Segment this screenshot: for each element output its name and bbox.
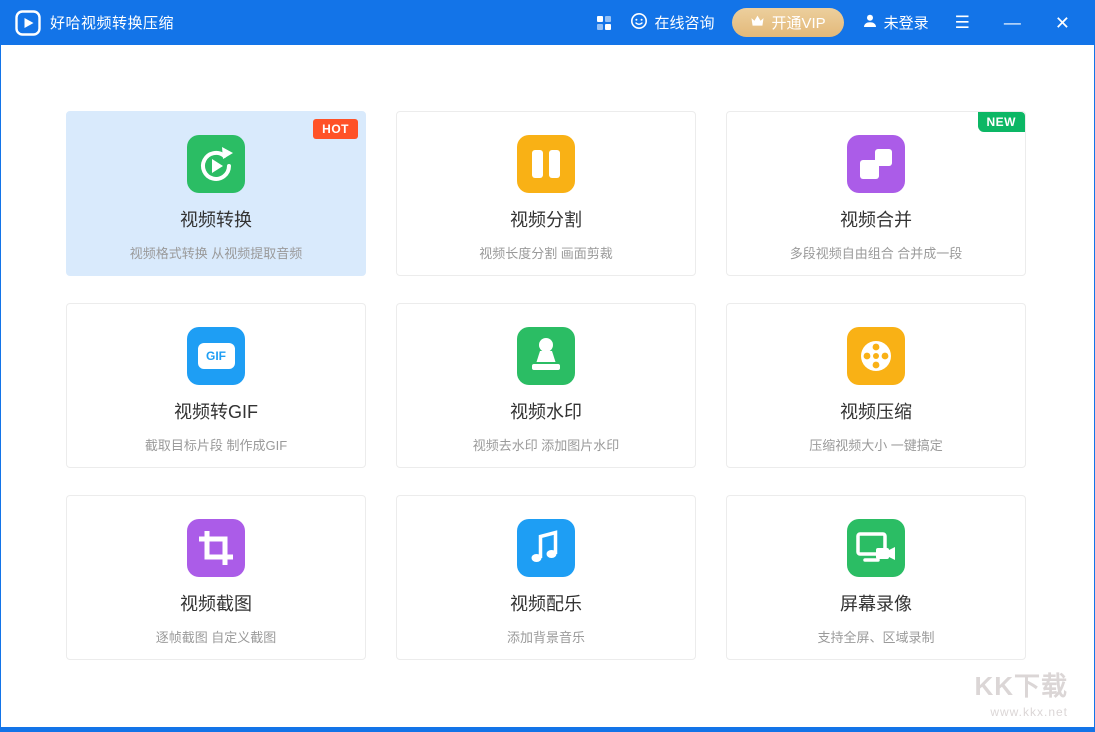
card-title: 视频转GIF [174,398,258,424]
card-title: 视频水印 [510,398,582,424]
card-subtitle: 添加背景音乐 [507,627,585,646]
card-video-snapshot[interactable]: 视频截图 逐帧截图 自定义截图 [66,495,366,660]
video-merge-icon [847,135,905,193]
card-title: 视频合并 [840,206,912,232]
vip-label: 开通VIP [771,12,825,33]
menu-button[interactable]: ☰ [947,8,978,37]
card-subtitle: 视频去水印 添加图片水印 [473,435,620,454]
card-title: 屏幕录像 [840,590,912,616]
card-subtitle: 截取目标片段 制作成GIF [145,435,287,454]
card-video-music[interactable]: 视频配乐 添加背景音乐 [396,495,696,660]
card-subtitle: 视频格式转换 从视频提取音频 [130,243,303,262]
card-screen-record[interactable]: 屏幕录像 支持全屏、区域录制 [726,495,1026,660]
site-watermark: KK下载 www.kkx.net [974,666,1068,719]
card-subtitle: 多段视频自由组合 合并成一段 [790,243,963,262]
film-reel-icon [847,327,905,385]
card-subtitle: 视频长度分割 画面剪裁 [479,243,613,262]
feature-grid: HOT 视频转换 视频格式转换 从视频提取音频 [66,111,1026,660]
online-service-button[interactable]: 在线咨询 [630,12,714,34]
card-video-to-gif[interactable]: GIF 视频转GIF 截取目标片段 制作成GIF [66,303,366,468]
screen-record-icon [847,519,905,577]
online-service-label: 在线咨询 [654,12,714,33]
user-icon [862,13,878,33]
watermark-stamp-icon [517,327,575,385]
card-title: 视频分割 [510,206,582,232]
gif-icon: GIF [187,327,245,385]
login-button[interactable]: 未登录 [862,12,929,33]
card-video-compress[interactable]: 视频压缩 压缩视频大小 一键搞定 [726,303,1026,468]
hot-badge: HOT [313,119,358,139]
app-window: 好哈视频转换压缩 在 [0,0,1095,732]
minimize-button[interactable]: — [996,8,1029,37]
smiley-chat-icon [630,12,648,34]
vip-crown-icon [750,14,765,31]
music-note-icon [517,519,575,577]
card-subtitle: 压缩视频大小 一键搞定 [809,435,943,454]
video-convert-icon [187,135,245,193]
main-content: HOT 视频转换 视频格式转换 从视频提取音频 [1,45,1094,727]
watermark-title: KK下载 [974,666,1068,703]
card-video-watermark[interactable]: 视频水印 视频去水印 添加图片水印 [396,303,696,468]
gif-icon-label: GIF [206,349,226,363]
titlebar: 好哈视频转换压缩 在 [1,0,1094,45]
card-title: 视频压缩 [840,398,912,424]
card-video-convert[interactable]: HOT 视频转换 视频格式转换 从视频提取音频 [66,111,366,276]
vip-button[interactable]: 开通VIP [732,8,843,37]
app-logo-icon [15,10,41,36]
apps-grid-icon[interactable] [596,15,612,31]
card-title: 视频转换 [180,206,252,232]
card-subtitle: 支持全屏、区域录制 [817,627,934,646]
card-video-split[interactable]: 视频分割 视频长度分割 画面剪裁 [396,111,696,276]
watermark-url: www.kkx.net [974,705,1068,719]
card-title: 视频配乐 [510,590,582,616]
video-split-icon [517,135,575,193]
app-title: 好哈视频转换压缩 [50,12,174,33]
close-button[interactable]: ✕ [1047,8,1084,38]
login-label: 未登录 [884,12,929,33]
new-badge: NEW [978,112,1026,132]
card-subtitle: 逐帧截图 自定义截图 [156,627,277,646]
crop-icon [187,519,245,577]
card-title: 视频截图 [180,590,252,616]
card-video-merge[interactable]: NEW 视频合并 多段视频自由组合 合并成一段 [726,111,1026,276]
